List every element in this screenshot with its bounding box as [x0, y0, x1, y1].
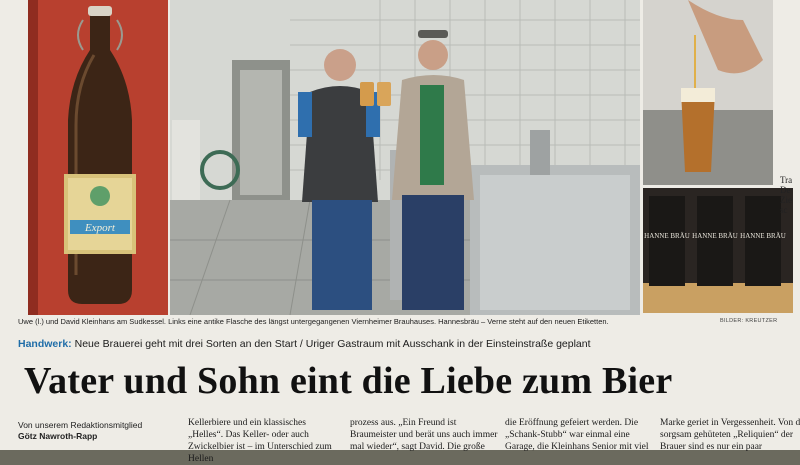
kicker-text: Neue Brauerei geht mit drei Sorten an de… [71, 338, 591, 350]
bottle-label-text: Export [84, 222, 116, 234]
byline-line: Von unserem Redaktionsmitglied [18, 420, 143, 430]
article-column-4: Marke geriet in Vergessenheit. Von den s… [660, 418, 800, 452]
beer-glass-photo [643, 0, 773, 185]
kicker: Handwerk: Neue Brauerei geht mit drei So… [18, 338, 788, 350]
newspaper-page: Export HANNE BRÄU HANNE BRÄU HANNE BRÄU … [0, 0, 800, 464]
headline: Vater und Sohn eint die Liebe zum Bier [24, 360, 673, 402]
photo-caption: Uwe (l.) und David Kleinhans am Sudkesse… [18, 317, 609, 326]
beer-glass-illustration [643, 0, 773, 185]
bottle-label-1: HANNE BRÄU [644, 232, 690, 240]
article-column-2: prozess aus. „Ein Freund ist Braumeister… [350, 418, 498, 452]
beer-labels-photo: HANNE BRÄU HANNE BRÄU HANNE BRÄU [643, 188, 793, 313]
bottle-illustration: Export [28, 0, 168, 315]
brewers-photo [170, 0, 640, 315]
bottle-label-2: HANNE BRÄU [692, 232, 738, 240]
article-column-1: Kellerbiere und ein klassisches „Helles“… [188, 418, 332, 464]
article-column-3: die Eröffnung gefeiert werden. Die „Scha… [505, 418, 649, 452]
bottle-label-3: HANNE BRÄU [740, 232, 786, 240]
photo-credit: BILDER: KREUTZER [720, 318, 778, 324]
bottles-with-labels: HANNE BRÄU HANNE BRÄU HANNE BRÄU [643, 188, 793, 313]
byline: Von unserem Redaktionsmitglied Götz Nawr… [18, 420, 168, 442]
kicker-lead: Handwerk: [18, 338, 72, 350]
byline-author: Götz Nawroth-Rapp [18, 431, 98, 441]
brewhouse-scene [170, 0, 640, 315]
side-column-fragment: Tra De Zie sc [780, 175, 793, 215]
antique-bottle-photo: Export [28, 0, 168, 315]
